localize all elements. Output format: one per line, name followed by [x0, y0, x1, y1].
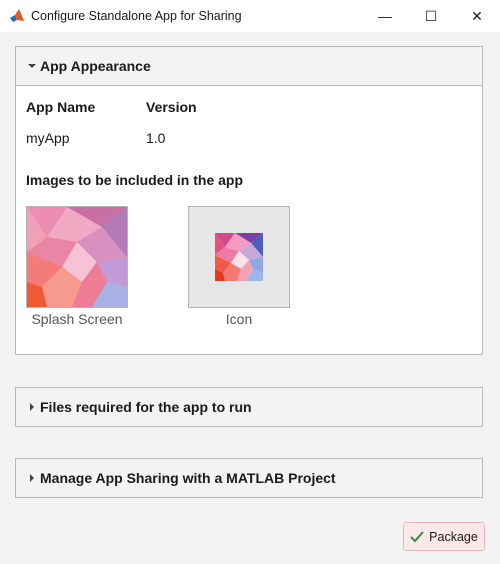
splash-screen-label: Splash Screen [31, 311, 123, 327]
matlab-project-header[interactable]: Manage App Sharing with a MATLAB Project [16, 459, 482, 497]
window-title: Configure Standalone App for Sharing [31, 9, 242, 23]
checkmark-icon [410, 530, 424, 542]
package-button[interactable]: Package [403, 522, 485, 551]
close-button[interactable]: ✕ [454, 0, 500, 32]
matlab-project-panel[interactable]: Manage App Sharing with a MATLAB Project [15, 458, 483, 498]
app-name-value[interactable]: myApp [26, 130, 70, 146]
caret-right-icon [26, 401, 38, 413]
app-appearance-panel: App Appearance App Name Version myApp 1.… [15, 46, 483, 355]
app-appearance-title: App Appearance [40, 58, 151, 74]
app-appearance-body: App Name Version myApp 1.0 Images to be … [16, 86, 482, 354]
maximize-button[interactable]: ☐ [408, 0, 454, 32]
icon-image[interactable] [188, 206, 290, 308]
title-bar: Configure Standalone App for Sharing — ☐… [0, 0, 500, 32]
minimize-button[interactable]: — [362, 0, 408, 32]
icon-label: Icon [225, 311, 253, 327]
app-appearance-header[interactable]: App Appearance [16, 47, 482, 86]
images-section-label: Images to be included in the app [26, 172, 244, 188]
package-label: Package [429, 529, 478, 544]
version-label: Version [146, 99, 197, 115]
files-required-title: Files required for the app to run [40, 399, 252, 415]
matlab-project-title: Manage App Sharing with a MATLAB Project [40, 470, 336, 486]
files-required-header[interactable]: Files required for the app to run [16, 388, 482, 426]
app-name-label: App Name [26, 99, 96, 115]
files-required-panel[interactable]: Files required for the app to run [15, 387, 483, 427]
caret-right-icon [26, 472, 38, 484]
caret-down-icon [26, 60, 38, 72]
splash-screen-image[interactable] [26, 206, 128, 308]
matlab-logo-icon [9, 8, 25, 24]
version-value[interactable]: 1.0 [146, 130, 165, 146]
